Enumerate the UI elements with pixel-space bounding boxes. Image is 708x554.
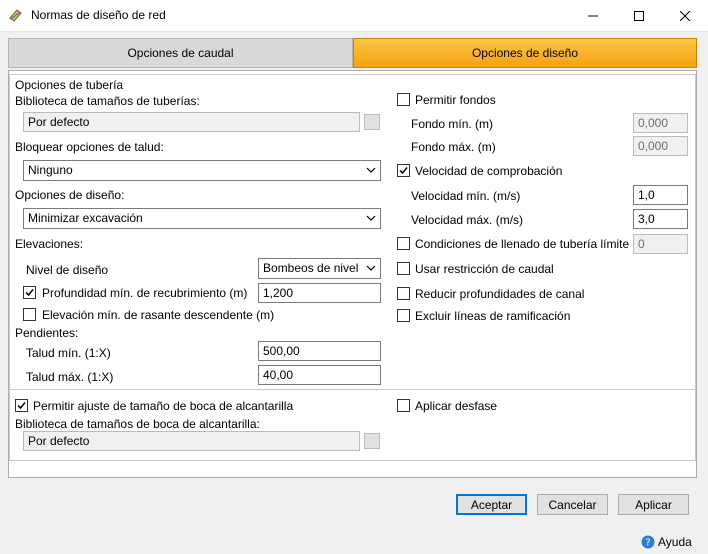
chevron-down-icon: [366, 215, 376, 221]
max-velocity-label: Velocidad máx. (m/s): [411, 213, 524, 227]
apply-offset-checkbox[interactable]: [397, 399, 410, 412]
flow-restriction-label: Usar restricción de caudal: [415, 262, 554, 276]
min-velocity-input[interactable]: 1,0: [633, 185, 688, 205]
design-options-dropdown[interactable]: Minimizar excavación: [23, 208, 381, 229]
check-velocity-label: Velocidad de comprobación: [415, 164, 563, 178]
reduce-channel-label: Reducir profundidades de canal: [415, 287, 585, 301]
chevron-down-icon: [366, 265, 376, 271]
flow-restriction-checkbox[interactable]: [397, 262, 410, 275]
minimize-icon: [588, 15, 598, 16]
exclude-branch-checkbox[interactable]: [397, 309, 410, 322]
min-cover-input[interactable]: 1,200: [258, 283, 381, 303]
min-cover-checkbox[interactable]: [23, 286, 36, 299]
reduce-channel-checkbox[interactable]: [397, 287, 410, 300]
slope-lock-value: Ninguno: [28, 163, 73, 177]
title-bar: Normas de diseño de red: [0, 0, 708, 32]
pipe-size-library-label: Biblioteca de tamaños de tuberías:: [15, 94, 200, 108]
min-bottom-input: 0,000: [633, 113, 688, 133]
pipe-options-heading: Opciones de tubería: [15, 78, 124, 92]
slope-lock-label: Bloquear opciones de talud:: [15, 140, 164, 154]
allow-bottoms-checkbox[interactable]: [397, 93, 410, 106]
design-options-value: Minimizar excavación: [28, 211, 143, 225]
design-level-label: Nivel de diseño: [26, 263, 109, 277]
apply-button[interactable]: Aplicar: [618, 494, 689, 515]
min-slope-input[interactable]: 500,00: [258, 341, 381, 361]
maximize-button[interactable]: [616, 0, 662, 31]
svg-text:?: ?: [645, 538, 650, 549]
chevron-down-icon: [366, 167, 376, 173]
design-level-value: Bombeos de nivel: [263, 261, 359, 275]
cancel-button[interactable]: Cancelar: [537, 494, 608, 515]
exclude-branch-label: Excluir líneas de ramificación: [415, 309, 571, 323]
max-slope-label: Talud máx. (1:X): [26, 370, 114, 384]
section-divider: [9, 389, 696, 390]
culvert-library-browse-button[interactable]: [364, 433, 380, 449]
close-button[interactable]: [662, 0, 708, 31]
min-bottom-label: Fondo mín. (m): [411, 117, 494, 131]
check-velocity-checkbox[interactable]: [397, 164, 410, 177]
maximize-icon: [634, 10, 644, 21]
close-icon: [680, 10, 690, 21]
accept-button[interactable]: Aceptar: [456, 494, 527, 515]
slopes-label: Pendientes:: [15, 326, 79, 340]
fill-conditions-checkbox[interactable]: [397, 237, 410, 250]
checkmark-icon: [25, 289, 34, 297]
max-slope-input[interactable]: 40,00: [258, 365, 381, 385]
slope-lock-dropdown[interactable]: Ninguno: [23, 160, 381, 181]
allow-bottoms-label: Permitir fondos: [415, 93, 496, 107]
design-level-dropdown[interactable]: Bombeos de nivel: [258, 258, 381, 279]
allow-culvert-checkbox[interactable]: [15, 399, 28, 412]
pipe-size-library-browse-button[interactable]: [364, 114, 380, 130]
window-title: Normas de diseño de red: [31, 8, 166, 22]
checkmark-icon: [399, 167, 408, 175]
fill-conditions-label: Condiciones de llenado de tubería límite…: [415, 237, 652, 251]
apply-offset-label: Aplicar desfase: [415, 399, 498, 413]
allow-culvert-label: Permitir ajuste de tamaño de boca de alc…: [33, 399, 294, 413]
app-icon: [8, 7, 24, 23]
pipe-size-library-field: Por defecto: [23, 112, 360, 132]
help-label: Ayuda: [658, 535, 692, 549]
culvert-library-field: Por defecto: [23, 431, 360, 451]
min-cover-label: Profundidad mín. de recubrimiento (m): [42, 286, 248, 300]
design-options-label: Opciones de diseño:: [15, 188, 125, 202]
max-bottom-input: 0,000: [633, 136, 688, 156]
help-icon: ?: [641, 535, 655, 549]
help-link[interactable]: ? Ayuda: [641, 535, 692, 549]
max-bottom-label: Fondo máx. (m): [411, 140, 496, 154]
minimize-button[interactable]: [570, 0, 616, 31]
tab-flow-options[interactable]: Opciones de caudal: [8, 38, 353, 68]
min-velocity-label: Velocidad mín. (m/s): [411, 189, 521, 203]
max-velocity-input[interactable]: 3,0: [633, 209, 688, 229]
min-drop-checkbox[interactable]: [23, 308, 36, 321]
elevations-label: Elevaciones:: [15, 237, 84, 251]
tab-design-options[interactable]: Opciones de diseño: [353, 38, 697, 68]
min-drop-label: Elevación mín. de rasante descendente (m…: [42, 308, 275, 322]
checkmark-icon: [17, 402, 26, 410]
culvert-library-label: Biblioteca de tamaños de boca de alcanta…: [15, 417, 260, 431]
min-slope-label: Talud mín. (1:X): [26, 346, 111, 360]
fill-conditions-input: 0: [633, 234, 688, 254]
